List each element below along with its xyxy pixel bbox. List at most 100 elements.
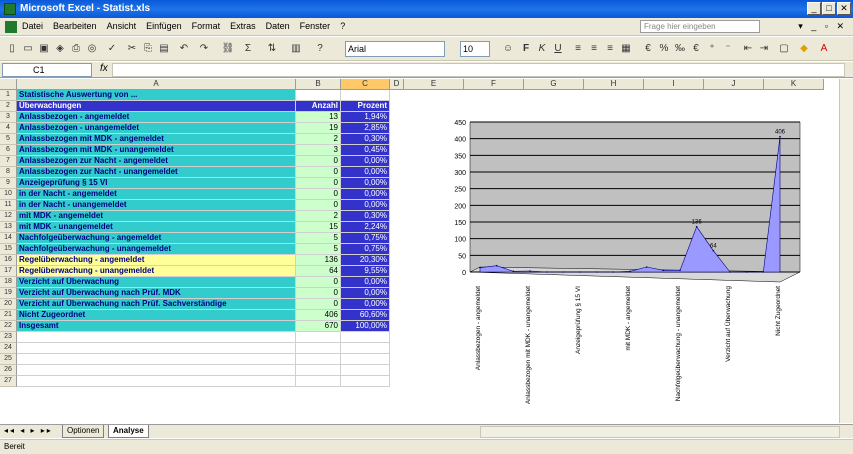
row-header[interactable]: 2 bbox=[0, 101, 17, 112]
column-header[interactable]: I bbox=[644, 79, 704, 90]
empty-cell[interactable] bbox=[341, 354, 390, 365]
empty-cell[interactable] bbox=[341, 343, 390, 354]
label-cell[interactable]: in der Nacht - unangemeldet bbox=[17, 200, 296, 211]
percent-cell[interactable]: 1,94% bbox=[341, 112, 390, 123]
fill-color-icon[interactable]: ◆ bbox=[796, 41, 812, 57]
row-header[interactable]: 4 bbox=[0, 123, 17, 134]
menu-item[interactable]: Extras bbox=[230, 21, 256, 31]
sheet-tab[interactable]: Optionen bbox=[62, 425, 105, 438]
align-right-icon[interactable]: ≡ bbox=[602, 41, 618, 57]
count-cell[interactable]: 406 bbox=[296, 310, 341, 321]
increase-indent-icon[interactable]: ⇥ bbox=[756, 41, 772, 57]
row-header[interactable]: 22 bbox=[0, 321, 17, 332]
column-header[interactable]: F bbox=[464, 79, 524, 90]
label-cell[interactable]: Verzicht auf Überwachung nach Prüf. MDK bbox=[17, 288, 296, 299]
percent-cell[interactable]: 60,60% bbox=[341, 310, 390, 321]
label-cell[interactable]: Verzicht auf Überwachung nach Prüf. Sach… bbox=[17, 299, 296, 310]
header-cell-a[interactable]: Überwachungen bbox=[17, 101, 296, 112]
minimize-icon[interactable]: _ bbox=[807, 2, 821, 15]
euro-icon[interactable]: € bbox=[688, 41, 704, 57]
row-header[interactable]: 1 bbox=[0, 90, 17, 101]
row-header[interactable]: 18 bbox=[0, 277, 17, 288]
label-cell[interactable]: Anlassbezogen mit MDK - unangemeldet bbox=[17, 145, 296, 156]
menu-item[interactable]: Ansicht bbox=[107, 21, 137, 31]
count-cell[interactable]: 13 bbox=[296, 112, 341, 123]
row-header[interactable]: 6 bbox=[0, 145, 17, 156]
percent-cell[interactable]: 0,00% bbox=[341, 178, 390, 189]
row-header[interactable]: 11 bbox=[0, 200, 17, 211]
empty-cell[interactable] bbox=[296, 343, 341, 354]
count-cell[interactable]: 5 bbox=[296, 233, 341, 244]
empty-cell[interactable] bbox=[296, 365, 341, 376]
name-box[interactable]: C1 bbox=[2, 63, 92, 77]
count-cell[interactable]: 5 bbox=[296, 244, 341, 255]
row-header[interactable]: 23 bbox=[0, 332, 17, 343]
label-cell[interactable]: Nicht Zugeordnet bbox=[17, 310, 296, 321]
percent-cell[interactable]: 0,45% bbox=[341, 145, 390, 156]
percent-cell[interactable]: 20,30% bbox=[341, 255, 390, 266]
horizontal-scrollbar[interactable] bbox=[480, 426, 840, 438]
menu-item[interactable]: Bearbeiten bbox=[53, 21, 97, 31]
count-cell[interactable]: 19 bbox=[296, 123, 341, 134]
redo-icon[interactable]: ↷ bbox=[196, 41, 212, 57]
row-header[interactable]: 14 bbox=[0, 233, 17, 244]
percent-cell[interactable]: 0,75% bbox=[341, 233, 390, 244]
empty-cell[interactable] bbox=[17, 354, 296, 365]
label-cell[interactable]: mit MDK - angemeldet bbox=[17, 211, 296, 222]
total-label-cell[interactable]: Insgesamt bbox=[17, 321, 296, 332]
header-cell-b[interactable]: Anzahl bbox=[296, 101, 341, 112]
label-cell[interactable]: Nachfolgeüberwachung - angemeldet bbox=[17, 233, 296, 244]
row-header[interactable]: 16 bbox=[0, 255, 17, 266]
empty-cell[interactable] bbox=[341, 376, 390, 387]
count-cell[interactable]: 0 bbox=[296, 156, 341, 167]
label-cell[interactable]: Anzeigeprüfung § 15 VI bbox=[17, 178, 296, 189]
row-header[interactable]: 25 bbox=[0, 354, 17, 365]
row-header[interactable]: 9 bbox=[0, 178, 17, 189]
empty-cell[interactable] bbox=[296, 332, 341, 343]
sort-icon[interactable]: ⇅ bbox=[264, 41, 280, 57]
count-cell[interactable]: 0 bbox=[296, 178, 341, 189]
column-header[interactable]: A bbox=[17, 79, 296, 90]
menu-item[interactable]: Datei bbox=[22, 21, 43, 31]
empty-cell[interactable] bbox=[17, 376, 296, 387]
menu-item[interactable]: Fenster bbox=[300, 21, 331, 31]
empty-cell[interactable] bbox=[17, 332, 296, 343]
percent-cell[interactable]: 0,00% bbox=[341, 277, 390, 288]
row-header[interactable]: 15 bbox=[0, 244, 17, 255]
row-header[interactable]: 24 bbox=[0, 343, 17, 354]
fx-icon[interactable]: fx bbox=[100, 63, 108, 74]
align-left-icon[interactable]: ≡ bbox=[570, 41, 586, 57]
formula-input[interactable] bbox=[112, 63, 845, 77]
column-header[interactable]: D bbox=[390, 79, 404, 90]
help-icon[interactable]: ? bbox=[312, 41, 328, 57]
percent-cell[interactable]: 0,75% bbox=[341, 244, 390, 255]
row-header[interactable]: 7 bbox=[0, 156, 17, 167]
row-header[interactable]: 17 bbox=[0, 266, 17, 277]
percent-cell[interactable]: 0,00% bbox=[341, 299, 390, 310]
count-cell[interactable]: 15 bbox=[296, 222, 341, 233]
print-preview-icon[interactable]: ◎ bbox=[84, 41, 100, 57]
empty-cell[interactable] bbox=[17, 365, 296, 376]
row-header[interactable]: 21 bbox=[0, 310, 17, 321]
decrease-indent-icon[interactable]: ⇤ bbox=[740, 41, 756, 57]
column-header[interactable]: H bbox=[584, 79, 644, 90]
cell-b[interactable] bbox=[296, 90, 341, 101]
count-cell[interactable]: 2 bbox=[296, 211, 341, 222]
font-name-select[interactable]: Arial bbox=[345, 41, 445, 57]
column-header[interactable]: B bbox=[296, 79, 341, 90]
label-cell[interactable]: Nachfolgeüberwachung - unangemeldet bbox=[17, 244, 296, 255]
percent-icon[interactable]: % bbox=[656, 41, 672, 57]
count-cell[interactable]: 64 bbox=[296, 266, 341, 277]
label-cell[interactable]: mit MDK - unangemeldet bbox=[17, 222, 296, 233]
percent-cell[interactable]: 9,55% bbox=[341, 266, 390, 277]
percent-cell[interactable]: 0,00% bbox=[341, 200, 390, 211]
font-size-select[interactable]: 10 bbox=[460, 41, 490, 57]
currency-icon[interactable]: € bbox=[640, 41, 656, 57]
paste-icon[interactable]: ▤ bbox=[156, 41, 172, 57]
print-icon[interactable]: ⎙ bbox=[68, 41, 84, 57]
decrease-decimal-icon[interactable]: ⁻ bbox=[720, 41, 736, 57]
table-title-cell[interactable]: Statistische Auswertung von ... bbox=[17, 90, 296, 101]
label-cell[interactable]: Regelüberwachung - unangemeldet bbox=[17, 266, 296, 277]
smiley-icon[interactable]: ☺ bbox=[500, 41, 516, 57]
column-header[interactable]: K bbox=[764, 79, 824, 90]
